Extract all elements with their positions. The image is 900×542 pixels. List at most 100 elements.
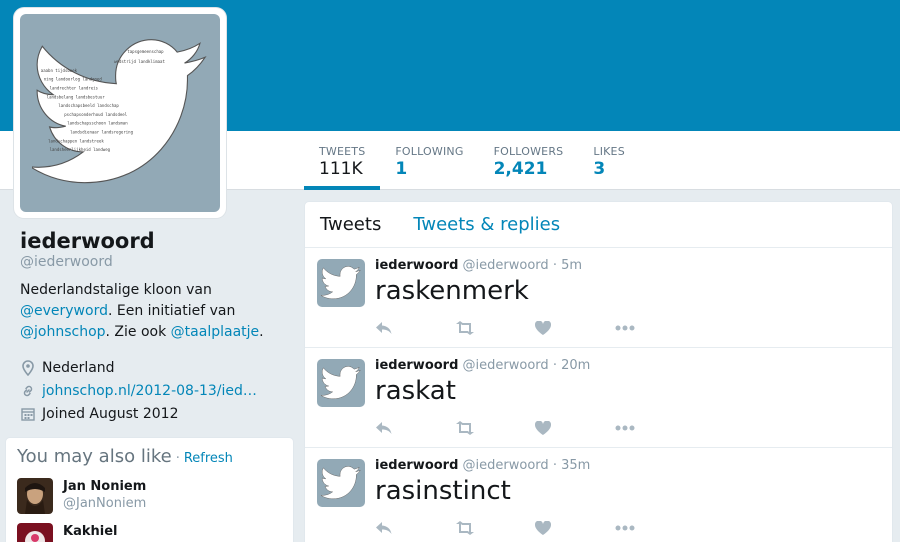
tweet-actions bbox=[375, 418, 695, 438]
more-button[interactable] bbox=[615, 318, 695, 338]
bio-link-everyword[interactable]: @everyword bbox=[20, 303, 108, 319]
twitter-bird-icon bbox=[321, 266, 361, 300]
suggested-user[interactable]: Jan Noniem @JanNoniem bbox=[17, 478, 282, 514]
tab-tweets[interactable]: Tweets bbox=[320, 214, 381, 235]
timeline-tabs: Tweets Tweets & replies bbox=[305, 202, 892, 248]
svg-text:landsheerlijkheid landweg: landsheerlijkheid landweg bbox=[50, 147, 111, 152]
tweet-timestamp[interactable]: · 35m bbox=[553, 458, 590, 473]
calendar-icon bbox=[20, 406, 36, 422]
tab-tweets-replies[interactable]: Tweets & replies bbox=[413, 214, 560, 235]
tweet-header: iederwoord @iederwoord · 35m bbox=[375, 458, 590, 474]
tweet-timestamp[interactable]: · 20m bbox=[553, 358, 590, 373]
retweet-button[interactable] bbox=[455, 518, 535, 538]
stat-followers-value: 2,421 bbox=[493, 159, 548, 179]
bio-text: Nederlandstalige kloon van bbox=[20, 282, 212, 298]
tweet-actions bbox=[375, 518, 695, 538]
tweet-author-handle[interactable]: @iederwoord bbox=[463, 458, 549, 473]
heart-icon bbox=[535, 521, 551, 535]
avatar[interactable] bbox=[17, 523, 53, 542]
reply-icon bbox=[376, 422, 392, 434]
suggested-user-handle: @JanNoniem bbox=[63, 496, 147, 511]
bio-text: . Een initiatief van bbox=[107, 303, 236, 319]
suggested-user-name[interactable]: Jan Noniem bbox=[63, 478, 146, 495]
heart-icon bbox=[535, 321, 551, 335]
retweet-icon bbox=[456, 521, 474, 535]
profile-handle[interactable]: @iederwoord bbox=[20, 254, 290, 270]
svg-text:tapsgemeenschap: tapsgemeenschap bbox=[127, 49, 164, 54]
suggested-user-name[interactable]: Kakhiel bbox=[63, 523, 117, 540]
who-to-follow-module: You may also like · Refresh Jan Noniem @… bbox=[5, 437, 294, 542]
tweet-author-handle[interactable]: @iederwoord bbox=[463, 258, 549, 273]
stat-likes[interactable]: LIKES 3 bbox=[578, 131, 640, 190]
svg-text:landsdienaar landsregering: landsdienaar landsregering bbox=[70, 130, 133, 135]
stat-likes-label: LIKES bbox=[593, 145, 625, 158]
location-text: Nederland bbox=[42, 359, 115, 376]
profile-card: iederwoord @iederwoord Nederlandstalige … bbox=[20, 228, 290, 425]
more-dots-icon bbox=[615, 525, 635, 531]
bio-link-johnschop[interactable]: @johnschop bbox=[20, 324, 106, 340]
like-button[interactable] bbox=[535, 418, 615, 438]
website-link[interactable]: johnschop.nl/2012-08-13/ied… bbox=[42, 383, 260, 399]
profile-website[interactable]: johnschop.nl/2012-08-13/ied… bbox=[20, 379, 290, 402]
avatar[interactable] bbox=[317, 359, 365, 407]
tweet-author-name[interactable]: iederwoord bbox=[375, 358, 458, 373]
bio-text: . Zie ook bbox=[105, 324, 171, 340]
tweet-header: iederwoord @iederwoord · 5m bbox=[375, 258, 582, 274]
tweet-text: rasinstinct bbox=[375, 476, 511, 506]
reply-button[interactable] bbox=[375, 318, 455, 338]
profile-avatar[interactable]: tapsgemeenschap wedstrijd landklimaat aa… bbox=[14, 8, 226, 218]
twitter-bird-icon bbox=[321, 366, 361, 400]
tweet-text: raskat bbox=[375, 376, 456, 406]
map-pin-icon bbox=[20, 359, 36, 376]
more-button[interactable] bbox=[615, 518, 695, 538]
heart-icon bbox=[535, 421, 551, 435]
profile-meta: Nederland johnschop.nl/2012-08-13/ied… J… bbox=[20, 356, 290, 425]
twitter-bird-icon: tapsgemeenschap wedstrijd landklimaat aa… bbox=[32, 39, 207, 184]
like-button[interactable] bbox=[535, 318, 615, 338]
stat-followers-label: FOLLOWERS bbox=[493, 145, 564, 158]
reply-icon bbox=[376, 522, 392, 534]
reply-button[interactable] bbox=[375, 518, 455, 538]
stat-tweets-value: 111K bbox=[319, 159, 363, 179]
tweet-item[interactable]: iederwoord @iederwoord · 20m raskat bbox=[305, 348, 892, 448]
profile-joined: Joined August 2012 bbox=[20, 402, 290, 425]
avatar[interactable] bbox=[317, 459, 365, 507]
more-dots-icon bbox=[615, 425, 635, 431]
stat-tweets[interactable]: TWEETS 111K bbox=[304, 131, 381, 190]
profile-name[interactable]: iederwoord bbox=[20, 228, 290, 254]
retweet-button[interactable] bbox=[455, 318, 535, 338]
stat-followers[interactable]: FOLLOWERS 2,421 bbox=[479, 131, 579, 190]
svg-text:ning landoorlog landgoed: ning landoorlog landgoed bbox=[44, 77, 103, 82]
refresh-link[interactable]: Refresh bbox=[184, 451, 233, 466]
tweet-author-handle[interactable]: @iederwoord bbox=[463, 358, 549, 373]
svg-text:landsbelang landsbestuur: landsbelang landsbestuur bbox=[47, 94, 106, 99]
suggest-separator: · bbox=[175, 451, 180, 466]
reply-button[interactable] bbox=[375, 418, 455, 438]
stat-following-label: FOLLOWING bbox=[395, 145, 464, 158]
profile-bio: Nederlandstalige kloon van @everyword. E… bbox=[20, 280, 290, 343]
profile-stats: TWEETS 111K FOLLOWING 1 FOLLOWERS 2,421 … bbox=[304, 131, 640, 190]
avatar[interactable] bbox=[17, 478, 53, 514]
retweet-button[interactable] bbox=[455, 418, 535, 438]
link-icon bbox=[20, 383, 36, 399]
bio-link-taalplaatje[interactable]: @taalplaatje bbox=[171, 324, 259, 340]
like-button[interactable] bbox=[535, 518, 615, 538]
svg-text:landschappen landstreek: landschappen landstreek bbox=[48, 138, 104, 143]
avatar[interactable] bbox=[317, 259, 365, 307]
stat-following[interactable]: FOLLOWING 1 bbox=[380, 131, 478, 190]
tweet-header: iederwoord @iederwoord · 20m bbox=[375, 358, 590, 374]
tweet-author-name[interactable]: iederwoord bbox=[375, 258, 458, 273]
suggested-user[interactable]: Kakhiel bbox=[17, 523, 282, 542]
svg-text:landschapsschoon landsman: landschapsschoon landsman bbox=[67, 121, 128, 126]
svg-text:landrechter landreis: landrechter landreis bbox=[50, 86, 99, 91]
more-dots-icon bbox=[615, 325, 635, 331]
joined-text: Joined August 2012 bbox=[42, 405, 179, 422]
tweet-timestamp[interactable]: · 5m bbox=[553, 258, 582, 273]
more-button[interactable] bbox=[615, 418, 695, 438]
profile-location: Nederland bbox=[20, 356, 290, 379]
bio-text: . bbox=[259, 324, 264, 340]
stat-likes-value: 3 bbox=[593, 159, 606, 179]
tweet-item[interactable]: iederwoord @iederwoord · 35m rasinstinct bbox=[305, 448, 892, 542]
tweet-item[interactable]: iederwoord @iederwoord · 5m raskenmerk bbox=[305, 248, 892, 348]
tweet-author-name[interactable]: iederwoord bbox=[375, 458, 458, 473]
